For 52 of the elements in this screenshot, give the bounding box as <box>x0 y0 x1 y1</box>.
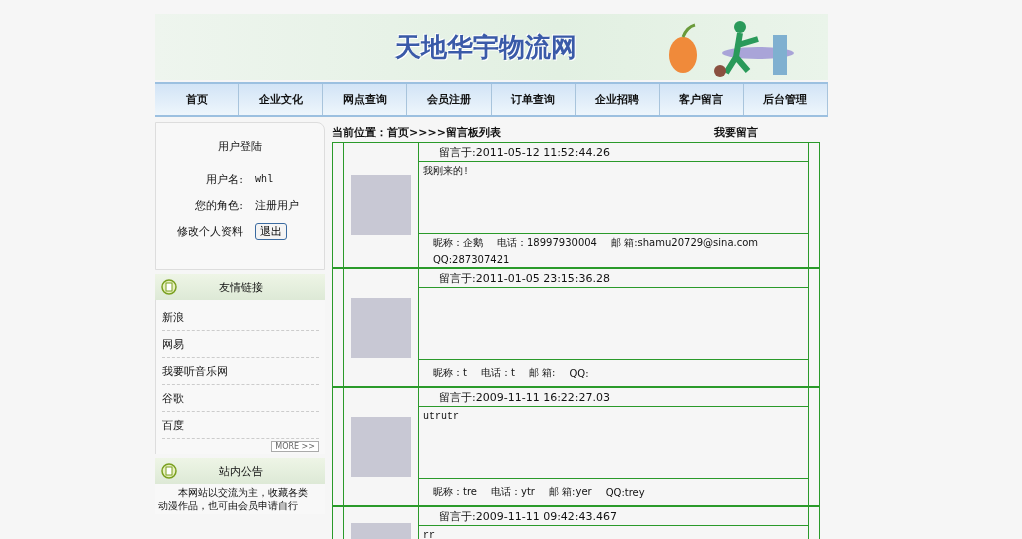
qq: QQ: <box>569 367 589 379</box>
site-title: 天地华宇物流网 <box>395 30 577 64</box>
qq: QQ:trey <box>605 486 645 498</box>
email: 邮 箱: <box>528 366 556 380</box>
phone: 电话：ytr <box>490 485 535 499</box>
links-title: 友情链接 <box>218 279 264 295</box>
avatar-placeholder <box>351 297 411 358</box>
nav-link[interactable]: 后台管理 <box>743 84 828 115</box>
username-label: 用户名: <box>205 171 244 187</box>
friend-link[interactable]: 我要听音乐网 <box>162 358 319 385</box>
edit-profile-link[interactable]: 修改个人资料 <box>156 223 251 239</box>
note-icon <box>161 463 177 479</box>
message-content: utrutr <box>423 411 459 422</box>
username-value: whl <box>254 173 273 185</box>
nickname: 昵称：tre <box>433 485 477 499</box>
friend-link[interactable]: 新浪 <box>162 304 319 331</box>
friend-link[interactable]: 谷歌 <box>162 385 319 412</box>
message-time: 留言于:2009-11-11 16:22:27.03 <box>439 389 611 405</box>
logout-button[interactable]: 退出 <box>255 222 287 240</box>
friend-link[interactable]: 百度 <box>162 412 319 439</box>
notice-text: 本网站以交流为主，收藏各类 <box>177 486 309 499</box>
nav-link[interactable]: 首页 <box>155 84 240 115</box>
qq: QQ:287307421 <box>433 254 510 265</box>
message-time: 留言于:2011-01-05 23:15:36.28 <box>439 270 611 286</box>
avatar-placeholder <box>351 416 411 477</box>
post-message-link[interactable]: 我要留言 <box>714 124 758 140</box>
nickname: 昵称：t <box>433 366 467 380</box>
note-icon <box>161 279 177 295</box>
message-time: 留言于:2011-05-12 11:52:44.26 <box>439 144 611 160</box>
nav-link[interactable]: 订单查询 <box>491 84 576 115</box>
breadcrumb: 当前位置：首页>>>>留言板列表 <box>332 124 501 140</box>
message-content: rr <box>423 530 435 539</box>
email: 邮 箱:yer <box>548 485 592 499</box>
more-link[interactable]: MORE >> <box>271 441 319 452</box>
phone: 电话：t <box>480 366 515 380</box>
nickname: 昵称：企鹅 <box>433 236 483 250</box>
friend-link[interactable]: 网易 <box>162 331 319 358</box>
role-value: 注册用户 <box>254 197 299 213</box>
login-title: 用户登陆 <box>217 139 263 154</box>
message-time: 留言于:2009-11-11 09:42:43.467 <box>439 508 618 524</box>
nav-link[interactable]: 网点查询 <box>323 84 408 115</box>
notice-title: 站内公告 <box>218 463 264 479</box>
nav-link[interactable]: 会员注册 <box>407 84 492 115</box>
nav-link[interactable]: 企业招聘 <box>575 84 660 115</box>
message-content: 我刚来的! <box>423 166 469 177</box>
avatar-placeholder <box>351 175 411 235</box>
nav-link[interactable]: 企业文化 <box>239 84 324 115</box>
notice-text: 动漫作品，也可由会员申请自行 <box>158 499 299 512</box>
phone: 电话：18997930004 <box>497 236 597 250</box>
role-label: 您的角色: <box>194 197 244 213</box>
nav-link[interactable]: 客户留言 <box>659 84 744 115</box>
email: 邮 箱:shamu20729@sina.com <box>611 236 759 250</box>
